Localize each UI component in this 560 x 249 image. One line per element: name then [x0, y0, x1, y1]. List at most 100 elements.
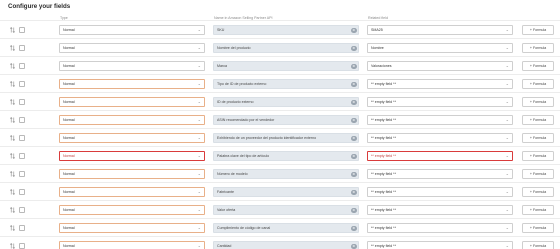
gear-icon[interactable]: ⚙	[351, 27, 357, 33]
row-checkbox[interactable]	[19, 188, 25, 195]
related-field-select[interactable]: ** empty field ** ⌄	[367, 205, 513, 215]
drag-handle-icon[interactable]	[10, 99, 15, 105]
formula-button[interactable]: + Formula	[522, 205, 554, 215]
chevron-down-icon: ⌄	[505, 243, 509, 248]
formula-button[interactable]: + Formula	[522, 61, 554, 71]
type-select[interactable]: Normal ⌄	[59, 151, 205, 161]
row-checkbox[interactable]	[19, 98, 25, 105]
api-field-name-text: Cantidad	[217, 244, 232, 248]
chevron-down-icon: ⌄	[505, 225, 509, 230]
formula-button[interactable]: + Formula	[522, 43, 554, 53]
row-checkbox[interactable]	[19, 206, 25, 213]
related-field-value: ** empty field **	[371, 136, 396, 140]
formula-button[interactable]: + Formula	[522, 151, 554, 161]
formula-button[interactable]: + Formula	[522, 223, 554, 233]
drag-handle-icon[interactable]	[10, 225, 15, 231]
gear-icon[interactable]: ⚙	[351, 117, 357, 123]
type-select[interactable]: Normal ⌄	[59, 25, 205, 35]
related-field-value: Valoraciones	[371, 64, 392, 68]
related-field-select[interactable]: ** empty field ** ⌄	[367, 133, 513, 143]
related-field-select[interactable]: ** empty field ** ⌄	[367, 151, 513, 161]
gear-icon[interactable]: ⚙	[351, 99, 357, 105]
drag-handle-icon[interactable]	[10, 207, 15, 213]
row-checkbox[interactable]	[19, 44, 25, 51]
api-field-name-text: Valor oferta	[217, 208, 236, 212]
field-row: Normal ⌄ Palabra clave del tipo de artícul…	[0, 146, 560, 164]
drag-handle-icon[interactable]	[10, 189, 15, 195]
row-checkbox[interactable]	[19, 152, 25, 159]
chevron-down-icon: ⌄	[505, 45, 509, 50]
drag-handle-icon[interactable]	[10, 81, 15, 87]
row-checkbox[interactable]	[19, 224, 25, 231]
gear-icon[interactable]: ⚙	[351, 63, 357, 69]
related-field-select[interactable]: ** empty field ** ⌄	[367, 97, 513, 107]
type-select[interactable]: Normal ⌄	[59, 205, 205, 215]
gear-icon[interactable]: ⚙	[351, 135, 357, 141]
row-checkbox[interactable]	[19, 116, 25, 123]
gear-icon[interactable]: ⚙	[351, 171, 357, 177]
drag-handle-icon[interactable]	[10, 135, 15, 141]
related-field-select[interactable]: ** empty field ** ⌄	[367, 187, 513, 197]
row-checkbox[interactable]	[19, 134, 25, 141]
chevron-down-icon: ⌄	[197, 45, 201, 50]
gear-icon[interactable]: ⚙	[351, 225, 357, 231]
related-field-select[interactable]: ** empty field ** ⌄	[367, 115, 513, 125]
field-row: Normal ⌄ ASIN recomendado por el vendedor ⚙…	[0, 110, 560, 128]
api-field-name-text: Número de modelo	[217, 172, 248, 176]
type-select[interactable]: Normal ⌄	[59, 79, 205, 89]
related-field-select[interactable]: ** empty field ** ⌄	[367, 169, 513, 179]
chevron-down-icon: ⌄	[197, 207, 201, 212]
row-checkbox[interactable]	[19, 242, 25, 249]
type-select[interactable]: Normal ⌄	[59, 97, 205, 107]
drag-handle-icon[interactable]	[10, 117, 15, 123]
type-select[interactable]: Normal ⌄	[59, 241, 205, 249]
related-field-select[interactable]: Valoraciones ⌄	[367, 61, 513, 71]
api-field-name: ID de producto externo ⚙	[213, 97, 359, 107]
drag-handle-icon[interactable]	[10, 171, 15, 177]
row-checkbox[interactable]	[19, 80, 25, 87]
gear-icon[interactable]: ⚙	[351, 243, 357, 249]
related-field-select[interactable]: ** empty field ** ⌄	[367, 241, 513, 249]
related-field-select[interactable]: ** empty field ** ⌄	[367, 223, 513, 233]
row-checkbox[interactable]	[19, 62, 25, 69]
formula-button[interactable]: + Formula	[522, 241, 554, 249]
drag-handle-icon[interactable]	[10, 153, 15, 159]
row-checkbox[interactable]	[19, 26, 25, 33]
drag-handle-icon[interactable]	[10, 243, 15, 249]
api-field-name-text: Tipo de ID de producto externo	[217, 82, 267, 86]
formula-button[interactable]: + Formula	[522, 115, 554, 125]
formula-button[interactable]: + Formula	[522, 79, 554, 89]
chevron-down-icon: ⌄	[197, 243, 201, 248]
related-field-select[interactable]: Nombre ⌄	[367, 43, 513, 53]
gear-icon[interactable]: ⚙	[351, 153, 357, 159]
related-field-select[interactable]: SMA25 ⌄	[367, 25, 513, 35]
chevron-down-icon: ⌄	[197, 189, 201, 194]
formula-button[interactable]: + Formula	[522, 187, 554, 197]
type-select[interactable]: Normal ⌄	[59, 43, 205, 53]
gear-icon[interactable]: ⚙	[351, 45, 357, 51]
chevron-down-icon: ⌄	[197, 225, 201, 230]
type-select[interactable]: Normal ⌄	[59, 187, 205, 197]
formula-button[interactable]: + Formula	[522, 25, 554, 35]
type-select-value: Normal	[63, 28, 75, 32]
drag-handle-icon[interactable]	[10, 45, 15, 51]
related-field-select[interactable]: ** empty field ** ⌄	[367, 79, 513, 89]
type-select-value: Normal	[63, 172, 75, 176]
type-select[interactable]: Normal ⌄	[59, 169, 205, 179]
type-select[interactable]: Normal ⌄	[59, 223, 205, 233]
chevron-down-icon: ⌄	[505, 135, 509, 140]
gear-icon[interactable]: ⚙	[351, 207, 357, 213]
gear-icon[interactable]: ⚙	[351, 189, 357, 195]
type-select[interactable]: Normal ⌄	[59, 133, 205, 143]
formula-button[interactable]: + Formula	[522, 169, 554, 179]
chevron-down-icon: ⌄	[505, 81, 509, 86]
drag-handle-icon[interactable]	[10, 27, 15, 33]
drag-handle-icon[interactable]	[10, 63, 15, 69]
type-select[interactable]: Normal ⌄	[59, 61, 205, 71]
row-checkbox[interactable]	[19, 170, 25, 177]
formula-button[interactable]: + Formula	[522, 97, 554, 107]
formula-button[interactable]: + Formula	[522, 133, 554, 143]
gear-icon[interactable]: ⚙	[351, 81, 357, 87]
type-select[interactable]: Normal ⌄	[59, 115, 205, 125]
api-field-name: Palabra clave del tipo de artículo ⚙	[213, 151, 359, 161]
